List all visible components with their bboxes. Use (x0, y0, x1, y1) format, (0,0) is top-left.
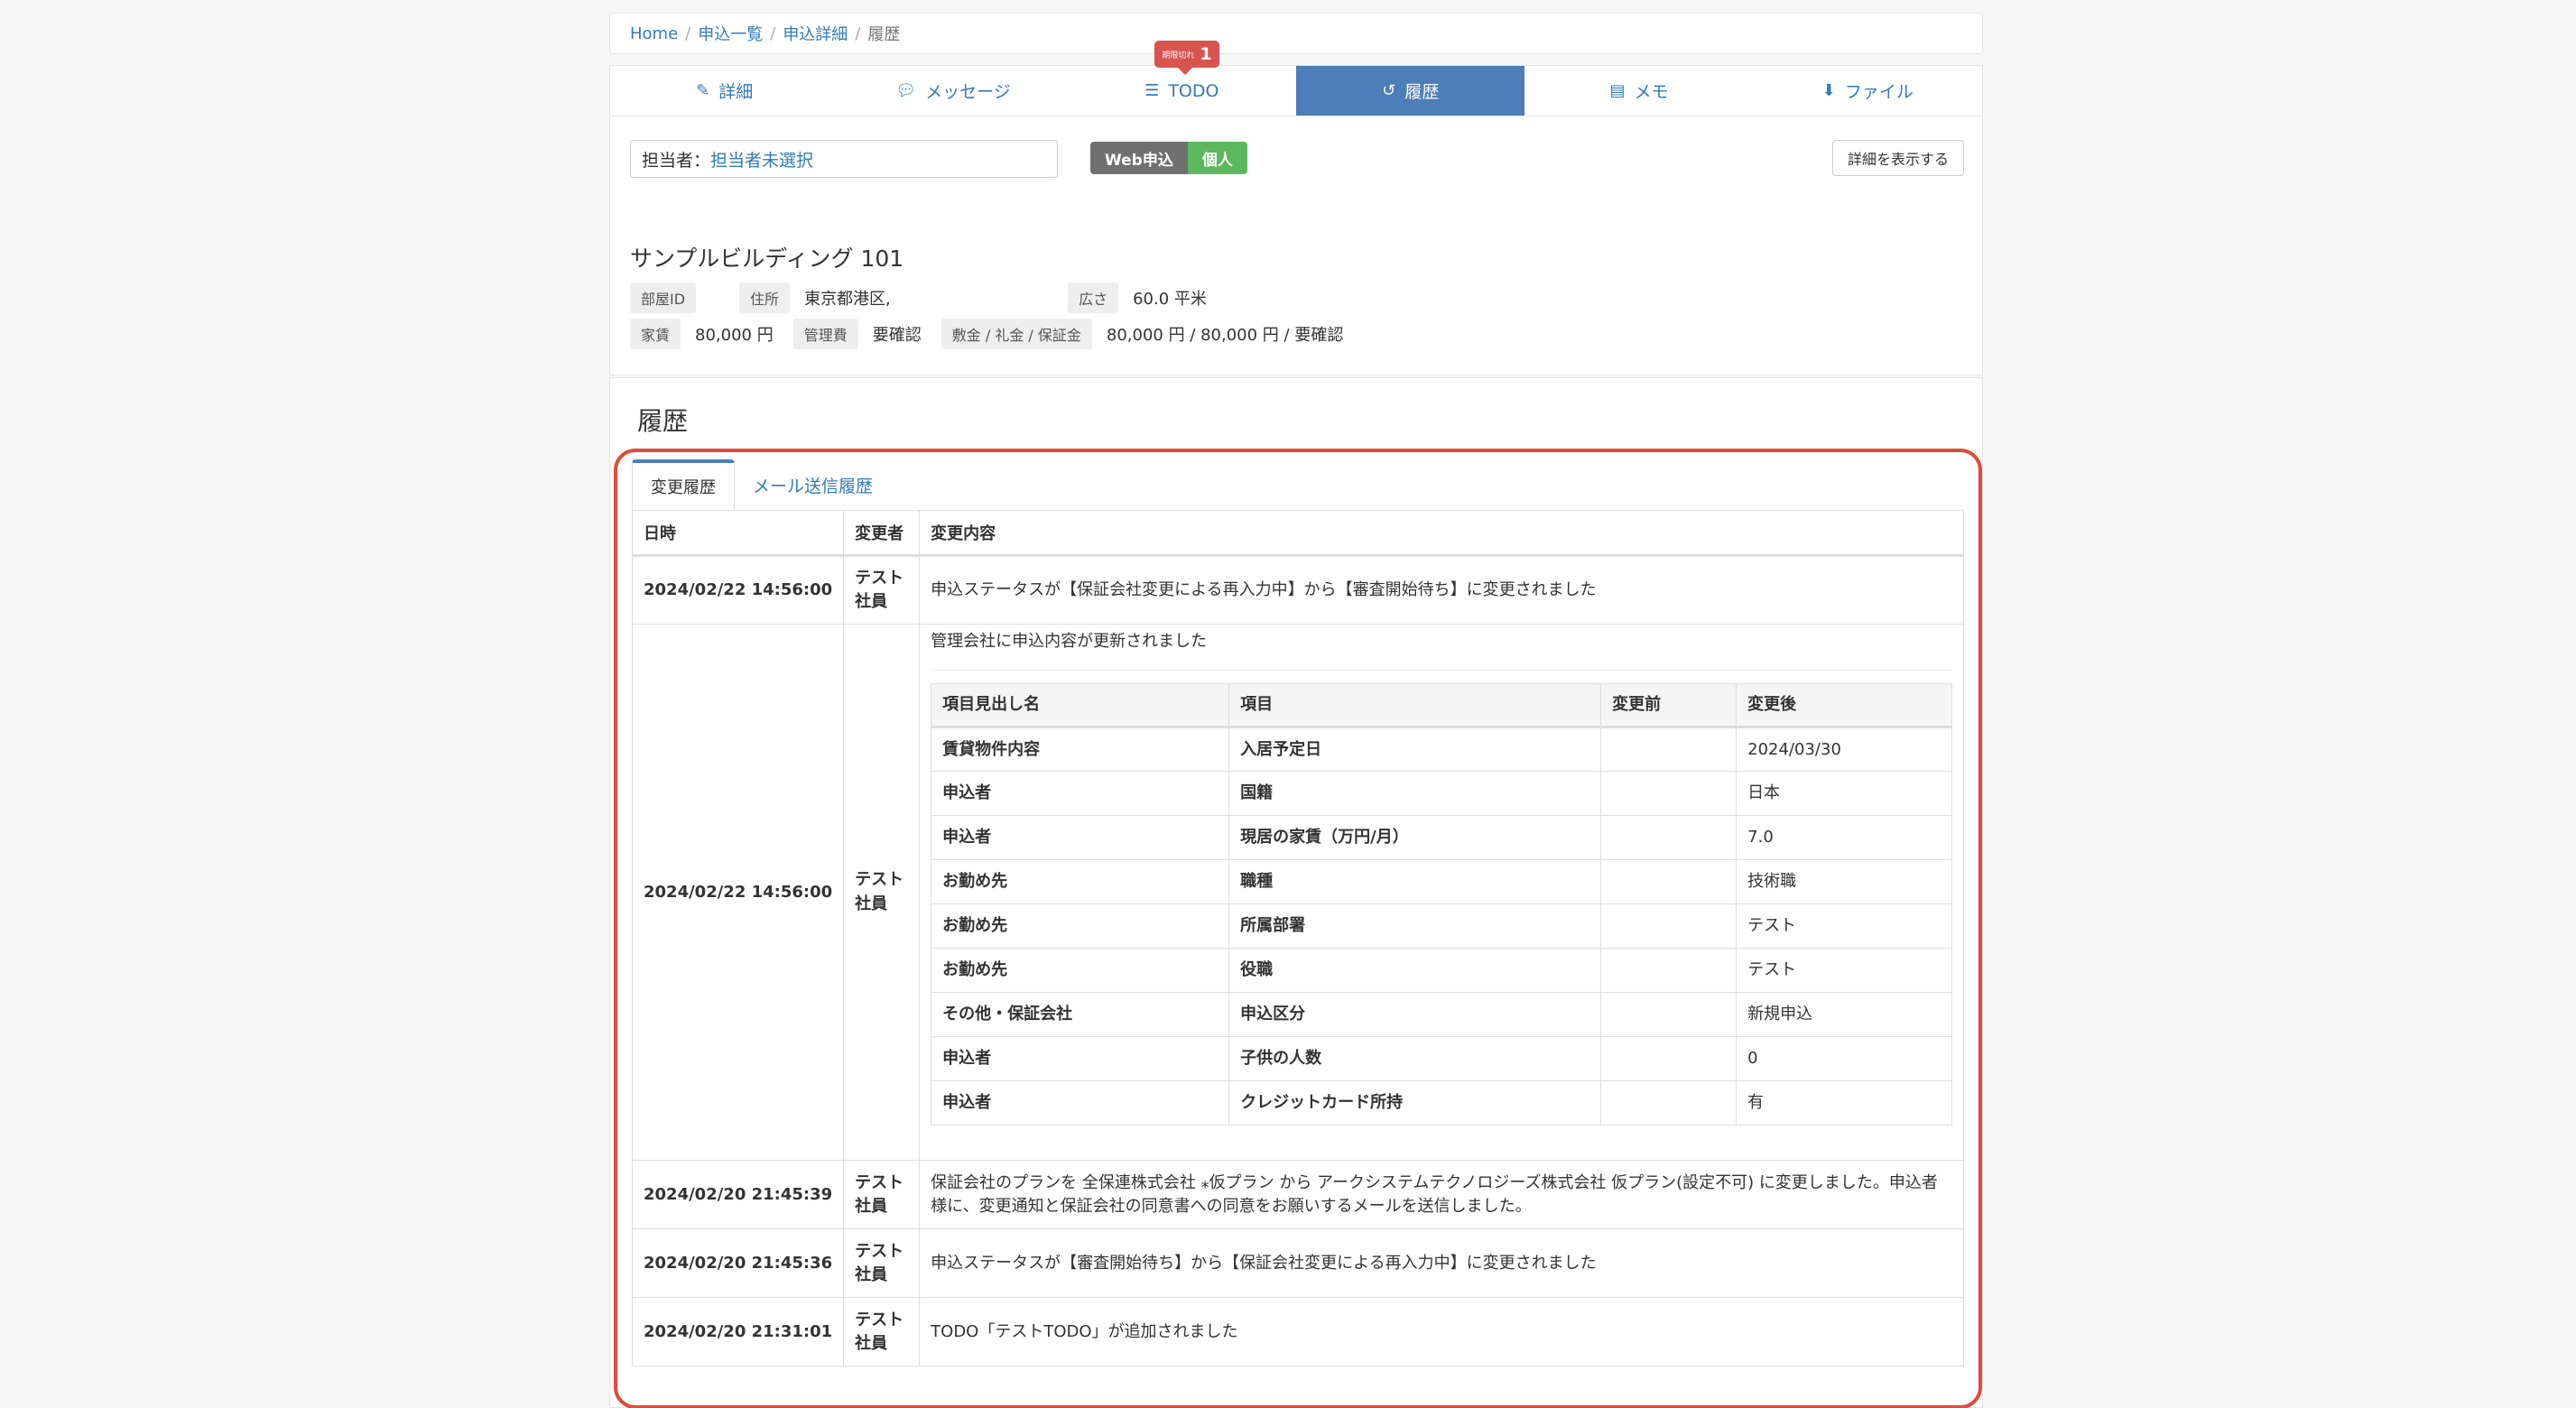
tab-todo[interactable]: 期限切れ 1 ☰ TODO (1068, 41, 1296, 116)
mgmt-label: 管理費 (792, 319, 858, 349)
show-detail-button[interactable]: 詳細を表示する (1831, 140, 1964, 176)
table-row: 2024/02/20 21:45:39 テスト社員 保証会社のプランを 全保連株… (631, 1160, 1964, 1230)
mgmt-value: 要確認 (872, 326, 922, 345)
table-row: 2024/02/22 14:56:00 テスト社員 管理会社に申込内容が更新され… (631, 623, 1964, 1162)
comments-icon: 💬︎ (895, 81, 917, 100)
tab-file[interactable]: ⬇ ファイル (1754, 66, 1982, 116)
deposit-label: 敷金 / 礼金 / 保証金 (941, 319, 1092, 349)
table-row: 申込者 現居の家賃（万円/月） 7.0 (931, 815, 1952, 861)
tab-label: メモ (1634, 82, 1669, 102)
subtab-changes[interactable]: 変更履歴 (632, 459, 735, 510)
breadcrumb-current: 履歴 (867, 25, 901, 44)
tab-label: ファイル (1844, 82, 1913, 102)
tab-label: メッセージ (925, 82, 1011, 102)
subtab-mail[interactable]: メール送信履歴 (735, 459, 891, 510)
history-icon: ↺ (1382, 81, 1396, 100)
page-container: Home / 申込一覧 / 申込詳細 / 履歴 ✎ 詳細 💬︎ メッセージ 期限切れ … (609, 13, 1983, 375)
todo-overdue-badge: 期限切れ 1 (1154, 41, 1219, 75)
download-icon: ⬇ (1821, 81, 1836, 100)
property-meta-row-1: 部屋ID 住所 東京都港区, 広さ 60.0 平米 (630, 283, 1227, 313)
list-icon: ☰ (1144, 81, 1160, 100)
breadcrumb-detail[interactable]: 申込詳細 (783, 22, 848, 45)
table-row: その他・保証会社 申込区分 新規申込 (931, 992, 1952, 1038)
tab-memo[interactable]: ▤ メモ (1524, 66, 1753, 116)
table-row: 2024/02/22 14:56:00 テスト社員 申込ステータスが【保証会社変… (631, 555, 1964, 625)
address-label: 住所 (739, 283, 791, 313)
breadcrumb-home[interactable]: Home (630, 24, 678, 43)
table-row: お勤め先 役職 テスト (931, 948, 1952, 994)
update-description: 管理会社に申込内容が更新されました (931, 630, 1952, 672)
table-row: お勤め先 所属部署 テスト (931, 903, 1952, 949)
history-subtabs: 変更履歴 メール送信履歴 (632, 459, 891, 510)
deposit-value: 80,000 円 / 80,000 円 / 要確認 (1106, 326, 1344, 345)
edit-icon: ✎ (696, 81, 710, 100)
tab-history[interactable]: ↺ 履歴 (1295, 66, 1525, 116)
history-title: 履歴 (637, 406, 689, 436)
property-meta-row-2: 家賃 80,000 円 管理費 要確認 敷金 / 礼金 / 保証金 80,000… (630, 319, 1363, 349)
breadcrumb-list[interactable]: 申込一覧 (698, 22, 763, 45)
change-detail-table: 項目見出し名 項目 変更前 変更後 賃貸物件内容 入居予定日 2024/03/30 … (931, 683, 1952, 1126)
history-table: 日時 変更者 変更内容 2024/02/22 14:56:00 テスト社員 申込… (631, 510, 1964, 1367)
rent-value: 80,000 円 (695, 326, 774, 345)
header-date: 日時 (631, 510, 845, 557)
channel-badge: Web申込 (1090, 142, 1188, 174)
tab-label: TODO (1168, 80, 1219, 101)
table-row: 申込者 国籍 日本 (931, 771, 1952, 817)
room-id-label: 部屋ID (630, 283, 697, 313)
assignee-value[interactable]: 担当者未選択 (710, 147, 813, 171)
memo-icon: ▤ (1609, 81, 1626, 100)
header-user: 変更者 (843, 510, 921, 557)
table-row: 申込者 クレジットカード所持有 (931, 1080, 1952, 1126)
table-row: 2024/02/20 21:45:36 テスト社員 申込ステータスが【審査開始待… (631, 1228, 1964, 1299)
table-row: お勤め先 職種 技術職 (931, 859, 1952, 905)
tab-label: 詳細 (718, 82, 754, 102)
type-badge: 個人 (1187, 142, 1247, 174)
building-name: サンプルビルディング 101 (630, 245, 904, 272)
table-row: 申込者 子供の人数 0 (931, 1036, 1952, 1082)
tab-message[interactable]: 💬︎ メッセージ (839, 66, 1067, 116)
table-row: 賃貸物件内容 入居予定日 2024/03/30 (931, 727, 1952, 773)
assignee-label: 担当者： (642, 150, 711, 171)
assignee-select[interactable]: 担当者： 担当者未選択 (630, 140, 1058, 178)
area-label: 広さ (1068, 283, 1119, 313)
header-content: 変更内容 (919, 510, 1964, 557)
rent-label: 家賃 (630, 319, 681, 349)
tab-label: 履歴 (1404, 82, 1440, 102)
table-row: 2024/02/20 21:31:01 テスト社員 TODO「テストTODO」が… (631, 1297, 1964, 1367)
area-value: 60.0 平米 (1133, 290, 1207, 309)
application-badges: Web申込 個人 (1090, 142, 1247, 174)
history-panel: 履歴 変更履歴 メール送信履歴 日時 変更者 変更内容 2024/02/22 1… (609, 377, 1983, 1408)
main-tabs: ✎ 詳細 💬︎ メッセージ 期限切れ 1 ☰ TODO ↺ 履歴 ▤ メモ ⬇ … (609, 41, 1983, 116)
property-info-panel: 担当者： 担当者未選択 Web申込 個人 詳細を表示する サンプルビルディング … (609, 116, 1983, 375)
history-header-row: 日時 変更者 変更内容 (631, 510, 1964, 557)
breadcrumb: Home / 申込一覧 / 申込詳細 / 履歴 (609, 13, 1983, 54)
address-value: 東京都港区, (804, 290, 891, 309)
tab-detail[interactable]: ✎ 詳細 (610, 66, 839, 116)
